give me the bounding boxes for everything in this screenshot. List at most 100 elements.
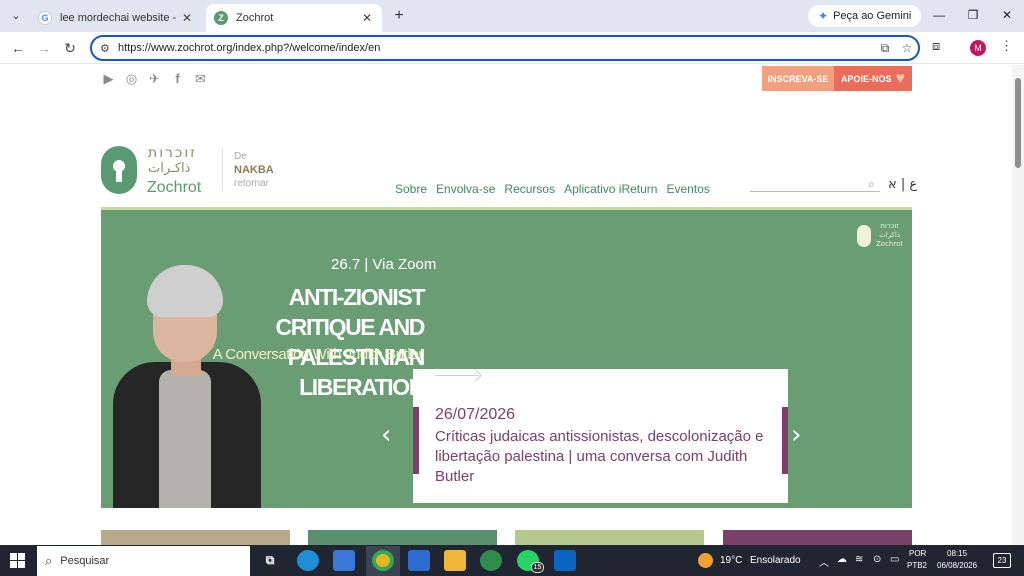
search-icon[interactable]: ⌕	[868, 177, 875, 192]
social-links: ▶ ◎ ✈ f ✉	[101, 71, 208, 87]
battery-icon[interactable]: ▭	[890, 554, 899, 565]
tab-search-chevron-icon[interactable]: ⌄	[6, 6, 26, 26]
support-label: APOIE-NOS	[840, 73, 892, 84]
hero-slider[interactable]: זוכרות ذاكرات Zochrot 26.7 | Via Zoom AN…	[101, 210, 912, 508]
event-title-link[interactable]: Críticas judaicas antissionistas, descol…	[435, 427, 775, 487]
keyboard-layout[interactable]: PTB2	[907, 561, 927, 570]
weather-description[interactable]: Ensolarado	[750, 555, 801, 566]
tab-close-icon[interactable]: ✕	[180, 11, 194, 25]
scrollbar-thumb[interactable]	[1015, 78, 1021, 168]
subscribe-button[interactable]: INSCREVA-SE	[762, 66, 834, 91]
minimize-button[interactable]: —	[924, 4, 954, 26]
mail-icon[interactable]: ✉	[193, 71, 208, 86]
tray-chevron-icon[interactable]: ︿	[819, 554, 829, 569]
whatsapp-badge: 15	[531, 562, 544, 573]
tagline-line1: De	[234, 151, 247, 162]
tray-cloud-icon[interactable]: ☁	[837, 554, 847, 565]
task-view-icon[interactable]: ⧉	[259, 550, 281, 571]
web-page: ▶ ◎ ✈ f ✉ INSCREVA-SE APOIE-NOS ♥ זוכרות…	[0, 65, 1024, 545]
address-bar[interactable]: ⚙ https://www.zochrot.org/index.php?/wel…	[90, 35, 920, 61]
camera-icon[interactable]: ⊙	[873, 554, 881, 565]
site-info-icon[interactable]: ⚙	[100, 42, 118, 55]
hero-logo-keyhole-icon	[857, 225, 871, 247]
bookmark-star-icon[interactable]: ☆	[896, 41, 918, 55]
tab-zochrot[interactable]: Z Zochrot ✕	[206, 4, 382, 32]
outlook-icon[interactable]	[554, 550, 576, 571]
taskbar-search-input[interactable]: ⌕ Pesquisar	[37, 546, 250, 576]
browser-toolbar: ← → ↻ ⚙ https://www.zochrot.org/index.ph…	[0, 32, 1024, 64]
logo-hebrew: זוכרות	[148, 145, 197, 161]
clock-time[interactable]: 08:15	[947, 549, 967, 558]
support-button[interactable]: APOIE-NOS ♥	[834, 66, 912, 91]
edge-browser-icon[interactable]	[297, 550, 319, 571]
feature-tile[interactable]	[515, 530, 704, 545]
heart-icon: ♥	[895, 69, 906, 87]
file-explorer-icon[interactable]	[444, 550, 466, 571]
windows-start-icon[interactable]	[10, 553, 25, 568]
chrome-icon[interactable]	[372, 550, 394, 571]
browser-menu-icon[interactable]: ⋮	[1000, 38, 1013, 54]
card-accent-left	[413, 407, 419, 474]
feature-tile[interactable]	[723, 530, 912, 545]
store-icon[interactable]	[333, 550, 355, 571]
restore-button[interactable]: ❐	[958, 4, 988, 26]
tab-label: lee mordechai website - Pesqui	[60, 12, 180, 24]
card-accent-right	[782, 407, 788, 474]
zochrot-favicon-icon: Z	[214, 11, 228, 25]
language-toggle[interactable]: ع | א	[888, 177, 917, 192]
nav-item-recursos[interactable]: Recursos	[504, 182, 555, 196]
outlook-mail-icon[interactable]	[408, 550, 430, 571]
clock-date[interactable]: 06/08/2026	[937, 561, 977, 570]
lean-app-icon[interactable]	[480, 550, 502, 571]
main-nav: Sobre Envolva-se Recursos Aplicativo iRe…	[395, 182, 710, 196]
nav-item-sobre[interactable]: Sobre	[395, 182, 427, 196]
windows-taskbar: ⌕ Pesquisar ⧉ 15 19°C Ensolarado ︿ ☁ ≋ ⊙…	[0, 545, 1024, 576]
logo-arabic: ذاكـرات	[148, 161, 191, 176]
weather-temperature[interactable]: 19°C	[720, 555, 742, 566]
profile-avatar[interactable]: M	[970, 40, 986, 56]
tab-google-search[interactable]: G lee mordechai website - Pesqui ✕	[30, 4, 202, 32]
twitter-icon[interactable]: ✈	[147, 71, 162, 86]
nav-item-eventos[interactable]: Eventos	[666, 182, 709, 196]
wifi-icon[interactable]: ≋	[855, 554, 863, 565]
gemini-label: Peça ao Gemini	[833, 10, 912, 22]
hero-date-line: 26.7 | Via Zoom	[331, 256, 437, 273]
reload-icon[interactable]: ↻	[60, 38, 80, 58]
notifications-icon[interactable]: 23	[993, 553, 1011, 568]
feature-tile[interactable]	[101, 530, 290, 545]
tab-label: Zochrot	[236, 12, 274, 24]
browser-tab-bar: ⌄ G lee mordechai website - Pesqui ✕ Z Z…	[0, 0, 1024, 32]
logo-divider	[222, 149, 223, 191]
event-date: 26/07/2026	[435, 406, 516, 423]
translate-icon[interactable]: ⧉	[874, 41, 896, 56]
nav-item-envolva-se[interactable]: Envolva-se	[436, 182, 495, 196]
facebook-icon[interactable]: f	[170, 71, 185, 86]
site-search-input[interactable]	[750, 191, 880, 192]
logo-english: Zochrot	[147, 179, 202, 196]
tagline-line2: NAKBA	[234, 164, 274, 176]
google-favicon-icon: G	[38, 11, 52, 25]
zochrot-logo-keyhole-icon[interactable]	[101, 146, 137, 194]
extensions-puzzle-icon[interactable]: ⧈	[932, 38, 940, 54]
youtube-icon[interactable]: ▶	[101, 71, 116, 86]
slider-next-icon[interactable]: ›	[791, 420, 801, 450]
input-language[interactable]: POR	[909, 549, 926, 558]
close-window-button[interactable]: ✕	[992, 4, 1022, 26]
slider-prev-icon[interactable]: ‹	[381, 420, 391, 450]
weather-sun-icon[interactable]	[698, 553, 713, 568]
back-arrow-icon[interactable]: ←	[8, 38, 28, 58]
new-tab-button[interactable]: +	[389, 6, 409, 26]
gemini-button[interactable]: ✦ Peça ao Gemini	[808, 5, 922, 27]
tab-close-icon[interactable]: ✕	[360, 11, 374, 25]
nav-item-ireturn[interactable]: Aplicativo iReturn	[564, 182, 657, 196]
tagline-line3: retornar	[234, 178, 270, 189]
hero-subtitle: A Conversation With Judith Butler	[212, 346, 424, 363]
forward-arrow-icon[interactable]: →	[34, 38, 54, 58]
url-text[interactable]: https://www.zochrot.org/index.php?/welco…	[118, 42, 874, 54]
feature-tile[interactable]	[308, 530, 497, 545]
instagram-icon[interactable]: ◎	[124, 71, 139, 86]
event-card[interactable]: 26/07/2026 Críticas judaicas antissionis…	[413, 369, 788, 503]
gemini-sparkle-icon: ✦	[818, 9, 829, 23]
search-placeholder: Pesquisar	[60, 555, 110, 567]
hero-logo-text: זוכרות ذاكرات Zochrot	[876, 222, 904, 248]
